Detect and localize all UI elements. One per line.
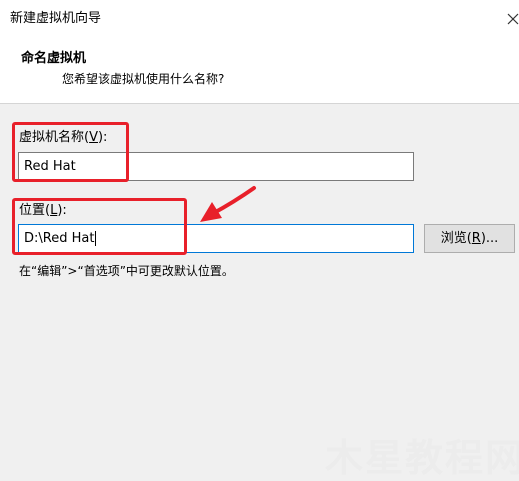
location-highlight-box (12, 198, 187, 255)
window-title: 新建虚拟机向导 (10, 11, 102, 26)
close-icon[interactable] (506, 12, 519, 26)
page-subtitle: 您希望该虚拟机使用什么名称? (62, 72, 225, 86)
browse-accelerator-key: R (471, 231, 481, 246)
browse-button[interactable]: 浏览(R)... (424, 224, 515, 253)
default-location-hint: 在“编辑”>“首选项”中可更改默认位置。 (19, 264, 234, 278)
annotation-arrow-icon (200, 186, 256, 222)
watermark: 木星教程网 (325, 436, 519, 480)
page-title: 命名虚拟机 (21, 51, 87, 66)
vm-name-highlight-box (12, 122, 129, 182)
header-divider (0, 103, 519, 104)
